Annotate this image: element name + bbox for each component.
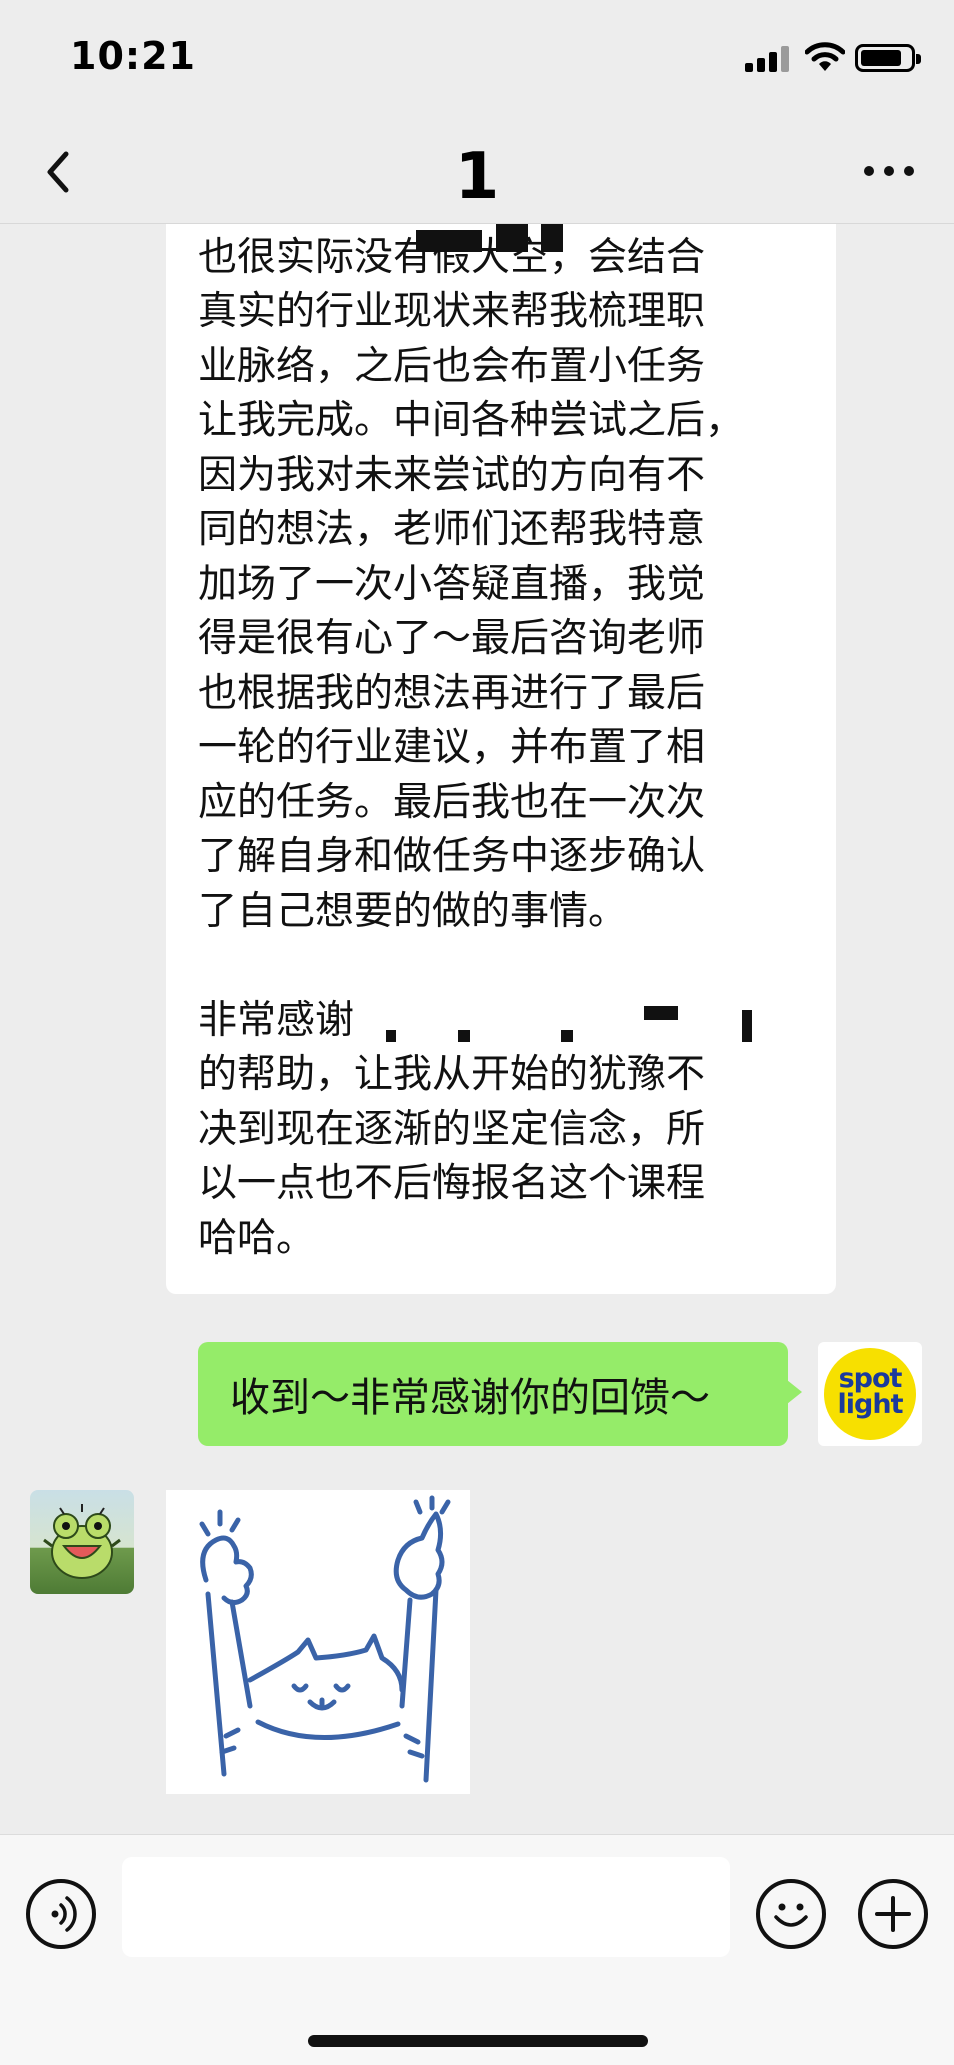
frog-icon (43, 1504, 121, 1579)
cat-thumbs-up-sticker (199, 1495, 451, 1783)
bubble-tail (787, 1380, 802, 1404)
outgoing-message-bubble[interactable]: 收到～非常感谢你的回馈～ (198, 1342, 802, 1446)
redaction-mark (416, 230, 482, 252)
my-avatar[interactable]: spot light (818, 1342, 922, 1446)
redaction-mark (458, 1030, 470, 1042)
contact-avatar[interactable] (30, 1490, 134, 1594)
signal-icon (745, 44, 791, 72)
home-indicator[interactable] (308, 2035, 648, 2047)
spotlight-logo: spot light (824, 1348, 916, 1440)
redaction-mark (386, 1030, 396, 1042)
outgoing-message[interactable]: 收到～非常感谢你的回馈～ (198, 1342, 802, 1446)
status-time: 10:21 (70, 34, 196, 78)
emoji-glyph (774, 1903, 808, 1927)
sticker-image[interactable] (166, 1490, 470, 1794)
redaction-mark (541, 224, 563, 252)
chat-screen: 10:21 1 识的想法， 的解说 (0, 0, 954, 2065)
nav-bar: 1 (0, 120, 954, 224)
wifi-icon (805, 42, 845, 71)
incoming-message-bubble[interactable]: 识的想法， 的解说 也很实际没有假大空，会结合 真实的行业现状来帮我梳理职 业脉… (166, 224, 836, 1294)
chat-title: 1 (454, 140, 500, 214)
voice-icon[interactable] (26, 1879, 96, 1949)
plus-icon[interactable] (858, 1879, 928, 1949)
chat-messages: 识的想法， 的解说 也很实际没有假大空，会结合 真实的行业现状来帮我梳理职 业脉… (0, 224, 954, 1834)
more-dots-icon[interactable] (864, 164, 914, 178)
battery-icon (855, 44, 921, 72)
redaction-mark (561, 1030, 573, 1042)
outgoing-message-text: 收到～非常感谢你的回馈～ (230, 1375, 710, 1421)
redaction-mark (496, 224, 528, 252)
logo-line-2: light (837, 1389, 904, 1420)
redaction-mark (742, 1010, 752, 1042)
message-input[interactable] (122, 1857, 730, 1957)
voice-glyph (51, 1896, 77, 1932)
emoji-icon[interactable] (756, 1879, 826, 1949)
redaction-mark (644, 1006, 678, 1020)
input-bar (0, 1834, 954, 2065)
status-bar: 10:21 (0, 0, 954, 120)
plus-glyph (875, 1896, 911, 1932)
incoming-message-text: 识的想法， 的解说 也很实际没有假大空，会结合 真实的行业现状来帮我梳理职 业脉… (198, 224, 758, 1261)
